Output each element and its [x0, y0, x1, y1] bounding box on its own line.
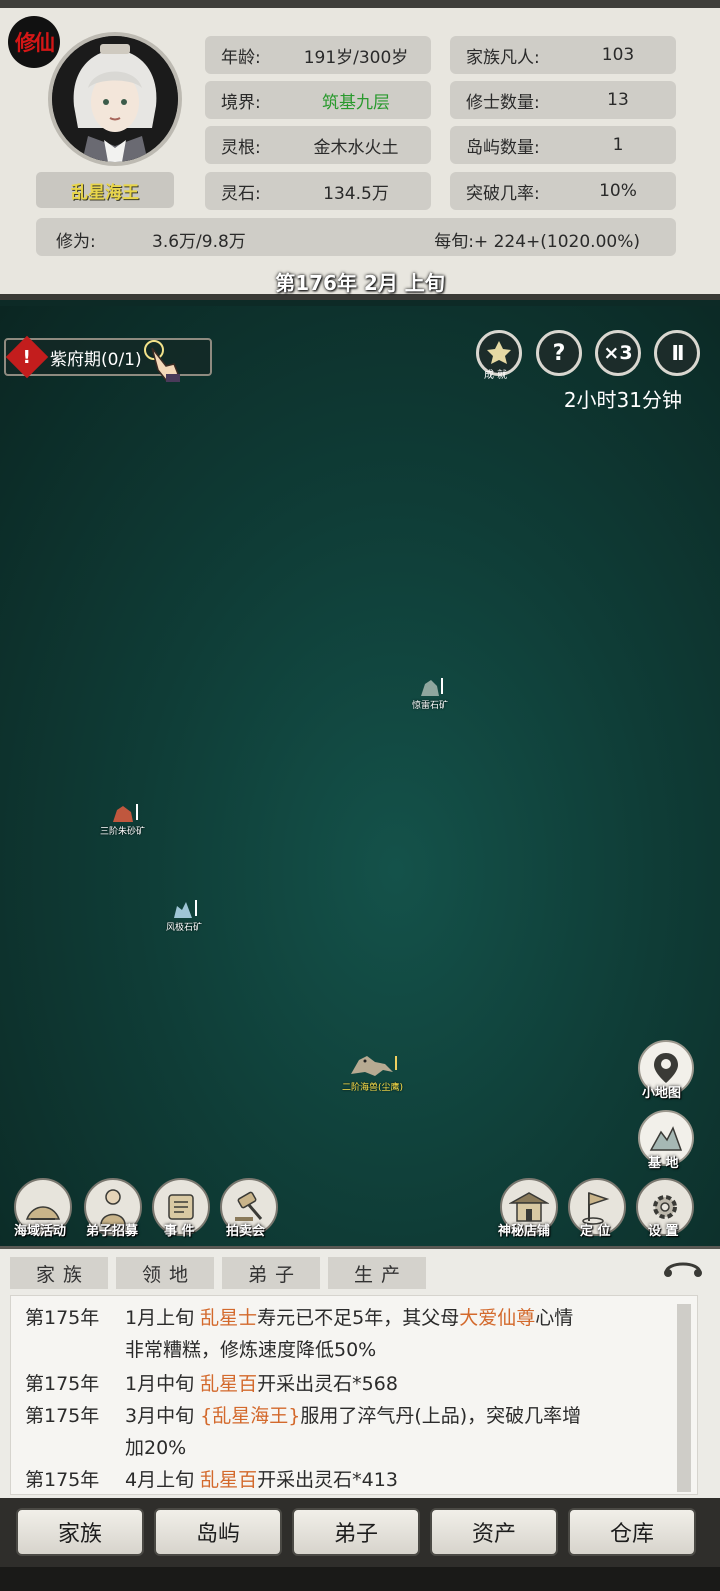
- stat-age: 年龄: 191岁/300岁: [205, 36, 431, 74]
- map-node-beast[interactable]: 二阶海兽(尘鹰): [342, 1050, 403, 1093]
- tab-production[interactable]: 生产: [328, 1257, 426, 1289]
- stat-label: 境界:: [221, 92, 261, 113]
- stat-label: 年龄:: [221, 47, 261, 68]
- warning-icon: !: [5, 335, 49, 379]
- map-node-mine[interactable]: 风极石矿: [166, 898, 202, 933]
- game-date: 第176年 2月 上旬: [275, 271, 445, 295]
- stat-value: 191岁/300岁: [303, 47, 409, 68]
- mystery-shop-label: 神秘店铺: [498, 1224, 551, 1239]
- stat-value: 筑基九层: [322, 92, 390, 113]
- cinnabar-ore-icon: [112, 804, 138, 822]
- cultivation-bar: 修为: 3.6万/9.8万 每旬:+ 224+(1020.00%): [36, 218, 676, 256]
- recruit-label: 弟子招募: [86, 1224, 139, 1239]
- stat-label: 修士数量:: [466, 92, 540, 113]
- log-scrollbar[interactable]: [677, 1304, 691, 1492]
- stat-label: 灵根:: [221, 137, 261, 158]
- xiuxian-badge: 修仙: [8, 16, 60, 68]
- play-timer: 2小时31分钟: [563, 388, 682, 412]
- stat-label: 家族凡人:: [466, 47, 540, 68]
- bottom-navigation: 家族 岛屿 弟子 资产 仓库: [0, 1498, 720, 1591]
- stat-value: 13: [607, 90, 629, 110]
- mountain-icon: [649, 1126, 683, 1151]
- stat-islands: 岛屿数量: 1: [450, 126, 676, 164]
- settings-label: 设 置: [648, 1224, 679, 1239]
- collapse-icon[interactable]: [658, 1255, 708, 1283]
- stat-breakthrough: 突破几率: 10%: [450, 172, 676, 210]
- stat-spirit-stone: 灵石: 134.5万: [205, 172, 431, 210]
- locate-label: 定 位: [580, 1224, 611, 1239]
- auction-label: 拍卖会: [226, 1224, 266, 1239]
- sea-map[interactable]: ! 紫府期(0/1) 成 就 ? ×3 II 2小时31分钟 惊雷石矿 三阶朱砂…: [0, 306, 720, 1246]
- help-button[interactable]: ?: [536, 330, 582, 376]
- stat-value: 1: [612, 135, 624, 155]
- map-node-mine[interactable]: 三阶朱砂矿: [100, 802, 145, 837]
- log-list[interactable]: 第175年 1月上旬 乱星士寿元已不足5年，其父母大爱仙尊心情 非常糟糕，修炼速…: [10, 1295, 698, 1495]
- stat-value: 金木水火土: [313, 137, 399, 158]
- crystal-ore-icon: [174, 900, 197, 918]
- tab-disciples[interactable]: 弟子: [222, 1257, 320, 1289]
- sea-activity-label: 海域活动: [14, 1224, 67, 1239]
- map-node-mine[interactable]: 惊雷石矿: [412, 676, 448, 711]
- player-name: 乱星海王: [36, 172, 174, 208]
- map-pin-icon: [654, 1053, 678, 1083]
- stat-realm: 境界: 筑基九层: [205, 81, 431, 119]
- tab-territory[interactable]: 领地: [116, 1257, 214, 1289]
- cultivation-label: 修为:: [56, 232, 96, 252]
- stat-mortals: 家族凡人: 103: [450, 36, 676, 74]
- nav-bottom-strip: [0, 1567, 720, 1591]
- nav-assets[interactable]: 资产: [430, 1508, 558, 1556]
- per-period-gain: 每旬:+ 224+(1020.00%): [434, 232, 640, 252]
- stat-spirit-root: 灵根: 金木水火土: [205, 126, 431, 164]
- event-log-panel: 家族 领地 弟子 生产 第175年 1月上旬 乱星士寿元已不足5年，其父母大爱仙…: [0, 1246, 720, 1498]
- cultivation-value: 3.6万/9.8万: [152, 232, 246, 252]
- nav-family[interactable]: 家族: [16, 1508, 144, 1556]
- quest-label: 紫府期(0/1): [50, 349, 142, 370]
- pause-button[interactable]: II: [654, 330, 700, 376]
- minimap-label: 小地图: [642, 1086, 682, 1101]
- tab-family[interactable]: 家族: [10, 1257, 108, 1289]
- achievement-icon: [487, 341, 511, 364]
- speed-button[interactable]: ×3: [595, 330, 641, 376]
- player-avatar[interactable]: [52, 36, 178, 162]
- stat-cultivators: 修士数量: 13: [450, 81, 676, 119]
- nav-disciples[interactable]: 弟子: [292, 1508, 420, 1556]
- sea-beast-icon: [350, 1056, 397, 1076]
- nav-islands[interactable]: 岛屿: [154, 1508, 282, 1556]
- nav-warehouse[interactable]: 仓库: [568, 1508, 696, 1556]
- status-panel: 修仙 乱星海王 年龄: 191岁/300岁 境界: 筑基九层 灵根: 金木水火土…: [0, 0, 720, 300]
- stat-label: 灵石:: [221, 183, 261, 204]
- pointing-hand-icon: [144, 340, 180, 382]
- achievement-label: 成 就: [484, 370, 508, 381]
- events-label: 事 件: [164, 1224, 195, 1239]
- stat-value: 10%: [599, 181, 637, 201]
- stat-value: 134.5万: [323, 183, 389, 204]
- stat-value: 103: [601, 45, 635, 65]
- stat-label: 突破几率:: [466, 183, 540, 204]
- ore-icon: [421, 678, 443, 696]
- stat-label: 岛屿数量:: [466, 137, 540, 158]
- base-label: 基 地: [648, 1156, 679, 1171]
